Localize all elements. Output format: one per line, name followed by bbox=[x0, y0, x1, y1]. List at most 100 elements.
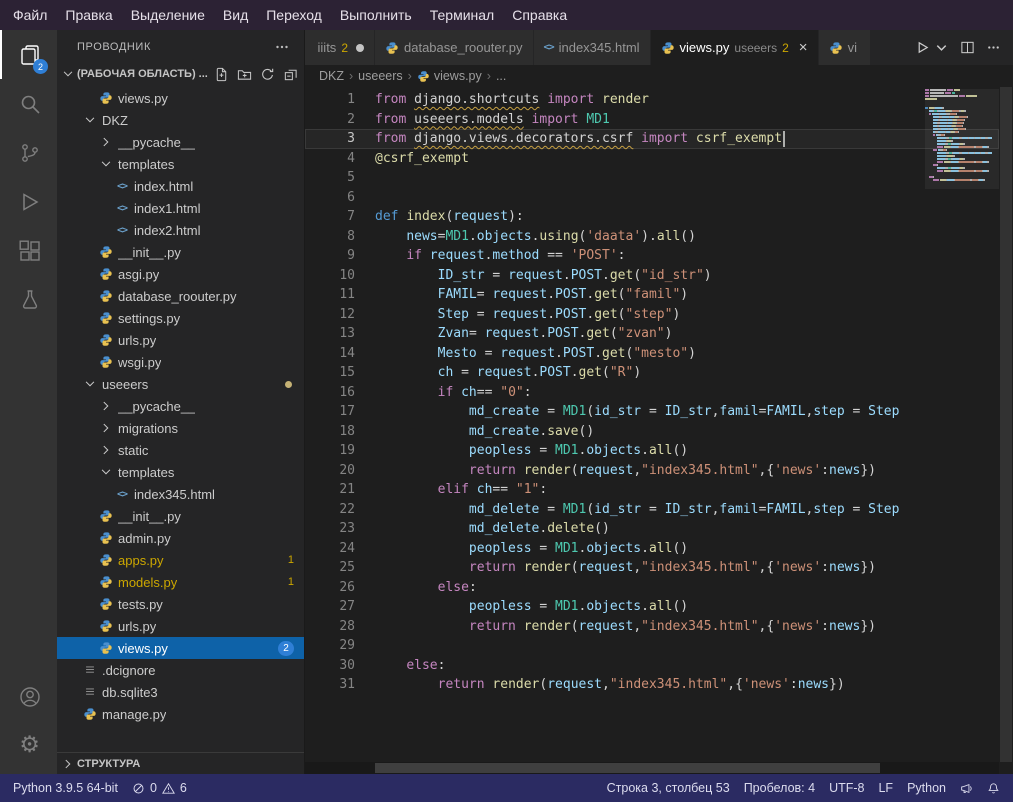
tree-file-models.py[interactable]: models.py1 bbox=[57, 571, 304, 593]
tab-vi[interactable]: vi bbox=[819, 30, 871, 65]
chevron-right-icon bbox=[61, 757, 75, 771]
refresh-icon[interactable] bbox=[260, 67, 275, 82]
tree-file-index345.html[interactable]: <>index345.html bbox=[57, 483, 304, 505]
tree-file-database_roouter.py[interactable]: database_roouter.py bbox=[57, 285, 304, 307]
python-version[interactable]: Python 3.9.5 64-bit bbox=[6, 774, 125, 802]
horizontal-scrollbar[interactable] bbox=[305, 762, 999, 774]
menu-run[interactable]: Выполнить bbox=[331, 0, 421, 30]
html-icon: <> bbox=[113, 225, 131, 236]
tree-folder-migrations[interactable]: migrations bbox=[57, 417, 304, 439]
tree-file-views.py[interactable]: views.py2 bbox=[57, 637, 304, 659]
close-tab-button[interactable]: × bbox=[799, 39, 808, 56]
tab-database-roouter[interactable]: database_roouter.py bbox=[375, 30, 534, 65]
activity-run-debug[interactable] bbox=[0, 177, 57, 226]
python-icon bbox=[97, 619, 115, 633]
tab-index345[interactable]: <>index345.html bbox=[534, 30, 651, 65]
activity-testing[interactable] bbox=[0, 275, 57, 324]
new-file-icon[interactable] bbox=[214, 67, 229, 82]
run-button[interactable] bbox=[915, 40, 930, 55]
language-mode[interactable]: Python bbox=[900, 781, 953, 795]
file-tree: views.pyDKZ__pycache__templates<>index.h… bbox=[57, 85, 304, 752]
menu-file[interactable]: Файл bbox=[4, 0, 56, 30]
megaphone-icon[interactable] bbox=[953, 782, 980, 795]
split-editor-button[interactable] bbox=[960, 40, 975, 55]
tree-file-index.html[interactable]: <>index.html bbox=[57, 175, 304, 197]
tree-folder-static[interactable]: static bbox=[57, 439, 304, 461]
menu-edit[interactable]: Правка bbox=[56, 0, 121, 30]
notifications-bell-icon[interactable] bbox=[980, 782, 1007, 795]
eol[interactable]: LF bbox=[871, 781, 900, 795]
activity-explorer[interactable]: 2 bbox=[0, 30, 57, 79]
indentation[interactable]: Пробелов: 4 bbox=[737, 781, 822, 795]
line-number: 13 bbox=[305, 324, 355, 344]
code-line bbox=[375, 636, 923, 656]
editor[interactable]: 1234567891011121314151617181920212223242… bbox=[305, 87, 1013, 774]
scrollbar-thumb[interactable] bbox=[375, 763, 880, 773]
menu-terminal[interactable]: Терминал bbox=[421, 0, 503, 30]
menu-view[interactable]: Вид bbox=[214, 0, 257, 30]
menu-selection[interactable]: Выделение bbox=[122, 0, 214, 30]
problems-indicator[interactable]: 0 6 bbox=[125, 774, 194, 802]
activity-extensions[interactable] bbox=[0, 226, 57, 275]
tree-folder-__pycache__[interactable]: __pycache__ bbox=[57, 131, 304, 153]
tab-views[interactable]: views.pyuseeers2× bbox=[651, 30, 819, 65]
tree-file-urls.py[interactable]: urls.py bbox=[57, 329, 304, 351]
tree-file-.dcignore[interactable]: .dcignore bbox=[57, 659, 304, 681]
tree-file-tests.py[interactable]: tests.py bbox=[57, 593, 304, 615]
python-icon bbox=[97, 245, 115, 259]
breadcrumb-separator: › bbox=[487, 69, 491, 83]
html-icon: <> bbox=[113, 181, 131, 192]
menu-go[interactable]: Переход bbox=[257, 0, 331, 30]
tree-file-views.py[interactable]: views.py bbox=[57, 87, 304, 109]
line-number: 14 bbox=[305, 344, 355, 364]
code-line: ID_str = request.POST.get("id_str") bbox=[375, 266, 923, 286]
more-actions-icon[interactable] bbox=[986, 40, 1001, 55]
tree-file-apps.py[interactable]: apps.py1 bbox=[57, 549, 304, 571]
encoding[interactable]: UTF-8 bbox=[822, 781, 871, 795]
outline-section-header[interactable]: СТРУКТУРА bbox=[57, 752, 304, 774]
tree-file-manage.py[interactable]: manage.py bbox=[57, 703, 304, 725]
tree-folder-__pycache__[interactable]: __pycache__ bbox=[57, 395, 304, 417]
code-line: if ch== "0": bbox=[375, 383, 923, 403]
activity-accounts[interactable] bbox=[0, 672, 57, 721]
collapse-all-icon[interactable] bbox=[283, 67, 298, 82]
line-number: 10 bbox=[305, 266, 355, 286]
tree-file-settings.py[interactable]: settings.py bbox=[57, 307, 304, 329]
tree-file-index1.html[interactable]: <>index1.html bbox=[57, 197, 304, 219]
cursor-position[interactable]: Строка 3, столбец 53 bbox=[600, 781, 737, 795]
activity-settings[interactable]: ⚙ bbox=[0, 721, 57, 770]
tree-file-__init__.py[interactable]: __init__.py bbox=[57, 241, 304, 263]
tab-problems-count: 2 bbox=[782, 41, 789, 55]
tree-file-db.sqlite3[interactable]: db.sqlite3 bbox=[57, 681, 304, 703]
breadcrumb-item[interactable]: useeers bbox=[358, 69, 402, 83]
breadcrumb-item[interactable]: DKZ bbox=[319, 69, 344, 83]
dirty-indicator bbox=[356, 44, 364, 52]
python-icon bbox=[97, 91, 115, 105]
tree-folder-DKZ[interactable]: DKZ bbox=[57, 109, 304, 131]
breadcrumb-item[interactable]: views.py bbox=[417, 69, 482, 83]
vertical-scrollbar[interactable] bbox=[999, 87, 1013, 762]
tree-folder-templates[interactable]: templates bbox=[57, 461, 304, 483]
activity-search[interactable] bbox=[0, 79, 57, 128]
tab-iiits[interactable]: iiits2 bbox=[305, 30, 375, 65]
menu-help[interactable]: Справка bbox=[503, 0, 576, 30]
more-actions-icon[interactable] bbox=[274, 39, 290, 55]
tree-file-admin.py[interactable]: admin.py bbox=[57, 527, 304, 549]
tree-file-__init__.py[interactable]: __init__.py bbox=[57, 505, 304, 527]
activity-bar-top: 2 bbox=[0, 30, 57, 324]
tree-file-urls.py[interactable]: urls.py bbox=[57, 615, 304, 637]
new-folder-icon[interactable] bbox=[237, 67, 252, 82]
tree-folder-useeers[interactable]: useeers bbox=[57, 373, 304, 395]
line-number: 19 bbox=[305, 441, 355, 461]
activity-source-control[interactable] bbox=[0, 128, 57, 177]
tree-file-index2.html[interactable]: <>index2.html bbox=[57, 219, 304, 241]
line-number: 3 bbox=[305, 129, 355, 149]
workspace-section-header[interactable]: (РАБОЧАЯ ОБЛАСТЬ) ... bbox=[57, 63, 304, 85]
minimap[interactable] bbox=[925, 89, 999, 182]
tree-folder-templates[interactable]: templates bbox=[57, 153, 304, 175]
tree-file-wsgi.py[interactable]: wsgi.py bbox=[57, 351, 304, 373]
run-dropdown-icon[interactable] bbox=[941, 40, 949, 55]
tree-file-asgi.py[interactable]: asgi.py bbox=[57, 263, 304, 285]
breadcrumb-item[interactable]: ... bbox=[496, 69, 506, 83]
code-line: from useeers.models import MD1 bbox=[375, 110, 923, 130]
